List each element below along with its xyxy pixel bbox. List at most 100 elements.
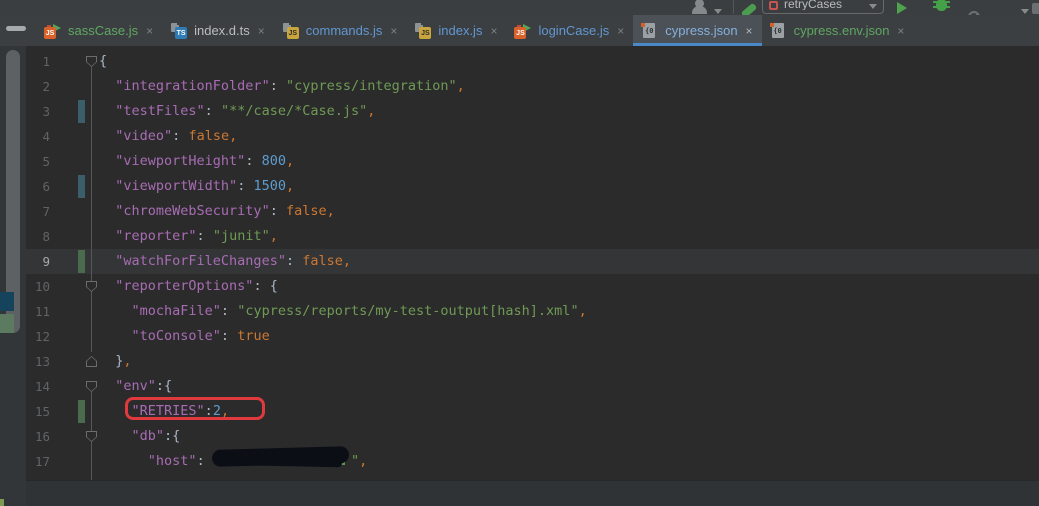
code-text: "reporter": "junit", <box>99 224 278 249</box>
code-text: }, <box>99 349 132 374</box>
user-avatar-icon[interactable] <box>692 0 707 14</box>
code-text: "host": ", <box>99 449 367 474</box>
line-number: 3 <box>26 99 50 124</box>
build-icon[interactable] <box>741 3 758 15</box>
code-line-17[interactable]: 17 "host": ", <box>26 449 1039 474</box>
gutter-change-marker-modified <box>78 175 85 198</box>
chevron-down-icon[interactable] <box>714 9 722 14</box>
code-editor[interactable]: 1{2 "integrationFolder": "cypress/integr… <box>26 46 1039 480</box>
tab-loginCase.js[interactable]: JS loginCase.js × <box>506 15 633 46</box>
line-number: 12 <box>26 324 50 349</box>
tab-label: commands.js <box>306 23 383 38</box>
json-file-icon: {0 <box>641 23 658 39</box>
json-file-icon: {0 <box>770 23 787 39</box>
line-number: 5 <box>26 149 50 174</box>
code-text: "mochaFile": "cypress/reports/my-test-ou… <box>99 299 587 324</box>
tab-index.js[interactable]: JS index.js × <box>406 15 506 46</box>
toolbar-divider <box>733 0 734 14</box>
ts-file-icon: TS <box>170 23 187 39</box>
line-number: 10 <box>26 274 50 299</box>
code-line-10[interactable]: 10 "reporterOptions": { <box>26 274 1039 299</box>
tab-close-icon[interactable]: × <box>490 24 497 38</box>
code-line-13[interactable]: 13 }, <box>26 349 1039 374</box>
code-text: "video": false, <box>99 124 237 149</box>
line-number: 7 <box>26 199 50 224</box>
line-number: 11 <box>26 299 50 324</box>
code-line-1[interactable]: 1{ <box>26 49 1039 74</box>
code-line-12[interactable]: 12 "toConsole": true <box>26 324 1039 349</box>
tab-label: sassCase.js <box>68 23 138 38</box>
vcs-stripe-added-mark <box>0 314 14 333</box>
line-number: 6 <box>26 174 50 199</box>
code-line-16[interactable]: 16 "db":{ <box>26 424 1039 449</box>
chevron-down-icon <box>869 4 877 9</box>
gutter-change-marker-added <box>78 250 85 273</box>
tab-label: index.js <box>438 23 482 38</box>
code-text: "chromeWebSecurity": false, <box>99 199 335 224</box>
line-number: 16 <box>26 424 50 449</box>
code-line-6[interactable]: 6 "viewportWidth": 1500, <box>26 174 1039 199</box>
line-number: 8 <box>26 224 50 249</box>
tab-cypress.json[interactable]: {0 cypress.json × <box>633 15 761 46</box>
code-text: "reporterOptions": { <box>99 274 278 299</box>
code-line-11[interactable]: 11 "mochaFile": "cypress/reports/my-test… <box>26 299 1039 324</box>
js-file-icon: JS <box>414 23 431 39</box>
gutter-change-marker-added <box>78 400 85 423</box>
left-panel-scroll-strip <box>0 46 26 506</box>
code-line-9[interactable]: 9 "watchForFileChanges": false, <box>26 249 1039 274</box>
gutter-change-marker-modified <box>78 100 85 123</box>
tab-close-icon[interactable]: × <box>258 24 265 38</box>
editor-tab-bar: JS sassCase.js × TS index.d.ts × JS commands.js… <box>0 15 1039 46</box>
tab-label: index.d.ts <box>194 23 250 38</box>
code-text: "db":{ <box>99 424 180 449</box>
main-toolbar: retryCases <box>0 0 1039 15</box>
tab-close-icon[interactable]: × <box>897 24 904 38</box>
js-test-file-icon: JS <box>44 23 61 39</box>
run-configuration-select[interactable]: retryCases <box>762 0 884 14</box>
run-config-label: retryCases <box>784 0 863 10</box>
line-number: 17 <box>26 449 50 474</box>
code-text: "RETRIES":2, <box>99 399 229 424</box>
tab-close-icon[interactable]: × <box>146 24 153 38</box>
code-line-14[interactable]: 14 "env":{ <box>26 374 1039 399</box>
left-scrollbar-thumb[interactable] <box>6 50 20 333</box>
line-number: 2 <box>26 74 50 99</box>
tab-commands.js[interactable]: JScommands.js× <box>274 15 407 46</box>
debug-button[interactable] <box>936 0 947 11</box>
fold-marker-expanded-icon[interactable] <box>86 381 97 392</box>
run-config-file-icon <box>769 1 778 10</box>
fold-marker-expanded-icon[interactable] <box>86 431 97 442</box>
code-line-5[interactable]: 5 "viewportHeight": 800, <box>26 149 1039 174</box>
code-line-3[interactable]: 3 "testFiles": "**/case/*Case.js", <box>26 99 1039 124</box>
js-test-file-icon: JS <box>514 23 531 39</box>
tab-close-icon[interactable]: × <box>746 24 753 38</box>
code-line-4[interactable]: 4 "video": false, <box>26 124 1039 149</box>
fold-marker-expanded-icon[interactable] <box>86 281 97 292</box>
code-line-8[interactable]: 8 "reporter": "junit", <box>26 224 1039 249</box>
tab-cypress.env.json[interactable]: {0cypress.env.json× <box>762 15 914 46</box>
vcs-stripe-modified-mark <box>0 292 14 311</box>
editor-body: 1{2 "integrationFolder": "cypress/integr… <box>0 46 1039 506</box>
ide-window: retryCases JSsassCase.js×TSindex.d.ts×JS… <box>0 0 1039 506</box>
fold-marker-end-icon[interactable] <box>86 356 97 367</box>
code-line-7[interactable]: 7 "chromeWebSecurity": false, <box>26 199 1039 224</box>
chevron-down-icon[interactable] <box>1021 9 1029 14</box>
empty-bottom-panel <box>26 480 1039 506</box>
code-line-15[interactable]: 15 "RETRIES":2, <box>26 399 1039 424</box>
tab-label: cypress.json <box>665 23 737 38</box>
line-number: 4 <box>26 124 50 149</box>
code-text: "testFiles": "**/case/*Case.js", <box>99 99 375 124</box>
tab-index.d.ts[interactable]: TS index.d.ts × <box>162 15 274 46</box>
stripe-corner-mark <box>0 499 4 506</box>
code-text: "env":{ <box>99 374 172 399</box>
tab-close-icon[interactable]: × <box>390 24 397 38</box>
hide-tabs-dash-icon[interactable] <box>6 26 26 31</box>
run-button[interactable] <box>897 2 907 14</box>
tab-label: loginCase.js <box>538 23 609 38</box>
tab-sassCase.js[interactable]: JS sassCase.js × <box>36 15 162 46</box>
code-line-2[interactable]: 2 "integrationFolder": "cypress/integrat… <box>26 74 1039 99</box>
fold-marker-expanded-icon[interactable] <box>86 56 97 67</box>
tab-close-icon[interactable]: × <box>617 24 624 38</box>
window-square-icon[interactable] <box>1032 3 1039 14</box>
code-text: "viewportHeight": 800, <box>99 149 294 174</box>
